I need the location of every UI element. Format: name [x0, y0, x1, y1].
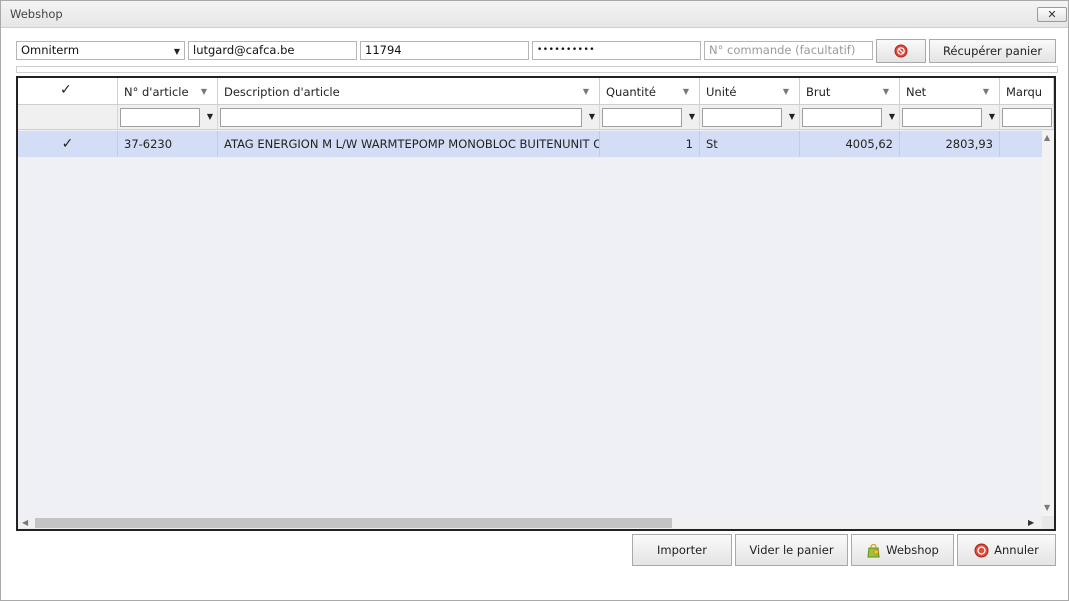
email-field[interactable]: lutgard@cafca.be [188, 41, 357, 60]
vertical-scrollbar[interactable]: ▲ ▼ [1042, 131, 1054, 516]
cell-article-no: 37-6230 [118, 131, 218, 157]
filter-cell-select [18, 105, 118, 130]
filter-input[interactable] [120, 108, 200, 127]
cancel-button[interactable]: Annuler [957, 534, 1056, 566]
filter-icon[interactable]: ▼ [689, 112, 695, 121]
column-title: Brut [806, 85, 831, 99]
cell-quantity: 1 [600, 131, 700, 157]
cell-brut: 4005,62 [800, 131, 900, 157]
checkbox-checked-icon: ✓ [61, 136, 74, 152]
close-icon: ✕ [1047, 8, 1057, 21]
scroll-left-icon[interactable]: ◀ [22, 518, 28, 527]
email-value: lutgard@cafca.be [193, 43, 295, 57]
info-strip [16, 66, 1058, 73]
supplier-value: Omniterm [21, 43, 80, 57]
column-header-net[interactable]: Net ▼ [900, 78, 1000, 105]
title-bar: Webshop ✕ [1, 1, 1068, 28]
filter-icon[interactable]: ▼ [583, 87, 589, 96]
column-title: Quantité [606, 85, 656, 99]
filter-icon[interactable]: ▼ [883, 87, 889, 96]
filter-icon[interactable]: ▼ [889, 112, 895, 121]
header-select-all[interactable]: ✓ [18, 78, 118, 105]
scroll-down-icon[interactable]: ▼ [1044, 503, 1050, 512]
table-row[interactable]: ✓ 37-6230 ATAG ENERGION M L/W WARMTEPOMP… [18, 131, 1042, 157]
horizontal-scrollbar[interactable]: ◀ ▶ [18, 516, 1042, 529]
filter-cell-article-no: ▼ [118, 105, 218, 130]
cancel-icon [974, 543, 989, 557]
filter-cell-unit: ▼ [700, 105, 800, 130]
column-header-article-no[interactable]: N° d'article ▼ [118, 78, 218, 105]
scroll-corner [1042, 516, 1054, 529]
filter-icon[interactable]: ▼ [201, 87, 207, 96]
password-field[interactable]: •••••••••• [532, 41, 701, 60]
column-title: Marqu [1006, 85, 1043, 99]
column-title: Description d'article [224, 85, 340, 99]
filter-input[interactable] [702, 108, 782, 127]
import-button[interactable]: Importer [632, 534, 732, 566]
retrieve-cart-button[interactable]: Récupérer panier [929, 39, 1056, 63]
empty-cart-button[interactable]: Vider le panier [735, 534, 848, 566]
filter-cell-brand [1000, 105, 1054, 130]
customer-number-value: 11794 [365, 43, 402, 57]
webshop-dialog: Webshop ✕ Omniterm ▼ lutgard@cafca.be 11… [0, 0, 1069, 601]
column-title: Unité [706, 85, 737, 99]
no-entry-icon [894, 44, 908, 58]
column-header-quantity[interactable]: Quantité ▼ [600, 78, 700, 105]
row-checkbox[interactable]: ✓ [18, 131, 118, 157]
filter-cell-brut: ▼ [800, 105, 900, 130]
scroll-up-icon[interactable]: ▲ [1044, 133, 1050, 142]
chevron-down-icon: ▼ [173, 47, 180, 56]
shopping-bag-icon [867, 543, 880, 557]
column-header-brut[interactable]: Brut ▼ [800, 78, 900, 105]
filter-icon[interactable]: ▼ [589, 112, 595, 121]
horizontal-scroll-thumb[interactable] [35, 518, 672, 528]
filter-icon[interactable]: ▼ [789, 112, 795, 121]
column-header-brand[interactable]: Marqu [1000, 78, 1054, 105]
filter-cell-quantity: ▼ [600, 105, 700, 130]
customer-number-field[interactable]: 11794 [360, 41, 529, 60]
scroll-right-icon[interactable]: ▶ [1028, 518, 1034, 527]
checkbox-checked-icon: ✓ [60, 82, 72, 98]
filter-input[interactable] [220, 108, 582, 127]
filter-input[interactable] [602, 108, 682, 127]
column-title: N° d'article [124, 85, 189, 99]
filter-input[interactable] [902, 108, 982, 127]
cancel-label: Annuler [994, 543, 1039, 557]
close-button[interactable]: ✕ [1037, 7, 1067, 22]
webshop-button[interactable]: Webshop [851, 534, 954, 566]
column-header-unit[interactable]: Unité ▼ [700, 78, 800, 105]
filter-cell-net: ▼ [900, 105, 1000, 130]
cell-description: ATAG ENERGION M L/W WARMTEPOMP MONOBLOC … [218, 131, 600, 157]
filter-icon[interactable]: ▼ [207, 112, 213, 121]
filter-input[interactable] [802, 108, 882, 127]
clear-button[interactable] [876, 39, 926, 63]
column-header-description[interactable]: Description d'article ▼ [218, 78, 600, 105]
filter-input[interactable] [1002, 108, 1052, 127]
cell-net: 2803,93 [900, 131, 1000, 157]
password-value: •••••••••• [537, 45, 596, 55]
cell-brand [1000, 131, 1042, 157]
order-number-placeholder: N° commande (facultatif) [709, 43, 856, 57]
cell-unit: St [700, 131, 800, 157]
supplier-dropdown[interactable]: Omniterm ▼ [16, 41, 185, 60]
filter-icon[interactable]: ▼ [683, 87, 689, 96]
filter-icon[interactable]: ▼ [989, 112, 995, 121]
filter-icon[interactable]: ▼ [983, 87, 989, 96]
cart-grid: ✓ N° d'article ▼ Description d'article ▼… [16, 76, 1056, 531]
window-title: Webshop [10, 7, 63, 21]
order-number-field[interactable]: N° commande (facultatif) [704, 41, 873, 60]
filter-icon[interactable]: ▼ [783, 87, 789, 96]
webshop-label: Webshop [886, 543, 939, 557]
column-title: Net [906, 85, 927, 99]
filter-cell-description: ▼ [218, 105, 600, 130]
